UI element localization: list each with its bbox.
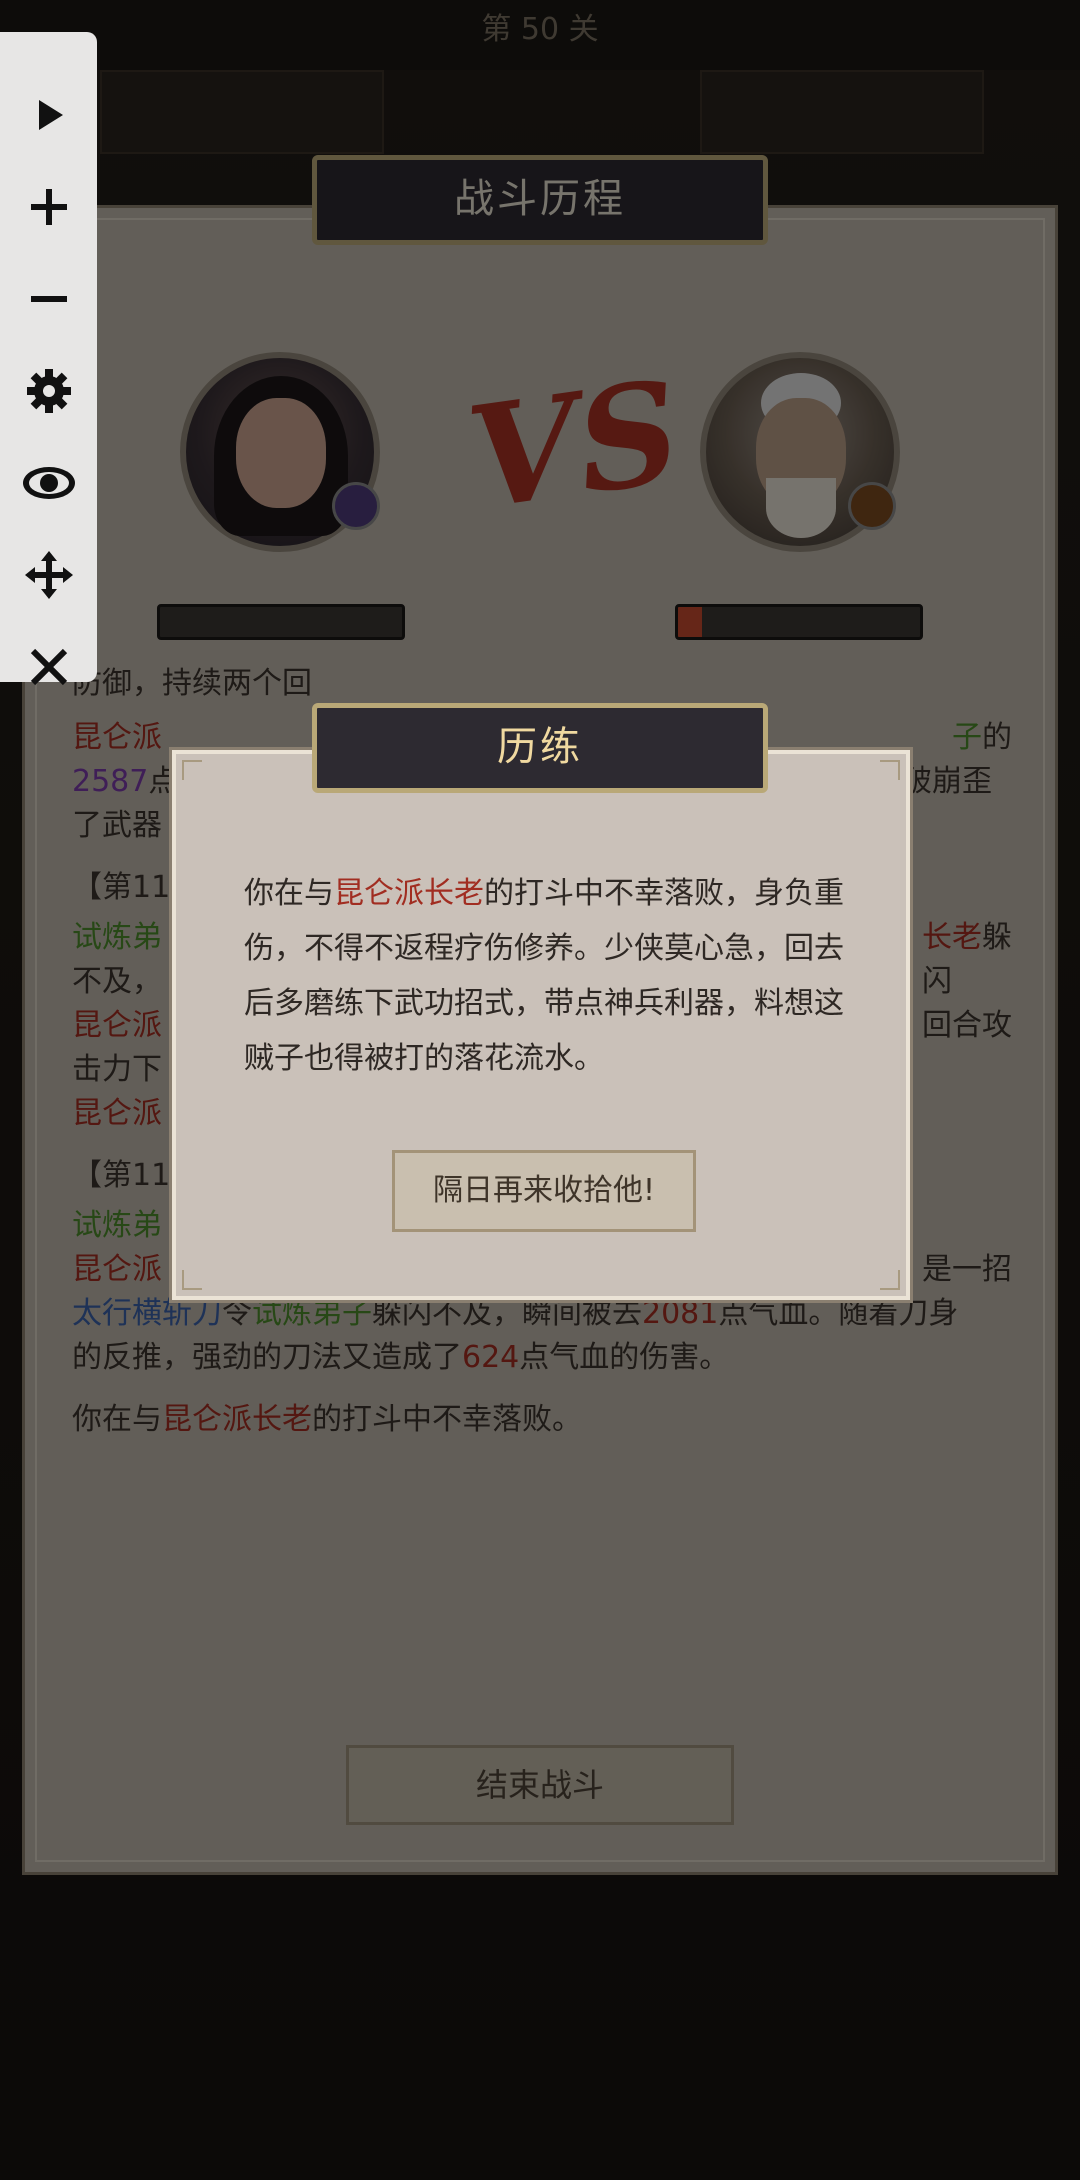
dialog-message: 你在与昆仑派长老的打斗中不幸落败，身负重伤，不得不返程疗伤修养。少侠莫心急，回去… (244, 876, 844, 1076)
corner-ornament (880, 1270, 900, 1290)
close-icon[interactable] (0, 621, 97, 713)
minus-icon[interactable] (0, 253, 97, 345)
result-dialog: 你在与昆仑派长老的打斗中不幸落败，身负重伤，不得不返程疗伤修养。少侠莫心急，回去… (172, 750, 910, 1300)
play-icon[interactable] (0, 69, 97, 161)
dialog-title: 历练 (312, 703, 768, 793)
floating-toolbar (0, 32, 97, 686)
gear-icon[interactable] (0, 345, 97, 437)
eye-icon[interactable] (0, 437, 97, 529)
corner-ornament (182, 1270, 202, 1290)
retry-button[interactable]: 隔日再来收拾他! (392, 1150, 696, 1232)
corner-ornament (182, 760, 202, 780)
move-icon[interactable] (0, 529, 97, 621)
corner-ornament (880, 760, 900, 780)
plus-icon[interactable] (0, 161, 97, 253)
